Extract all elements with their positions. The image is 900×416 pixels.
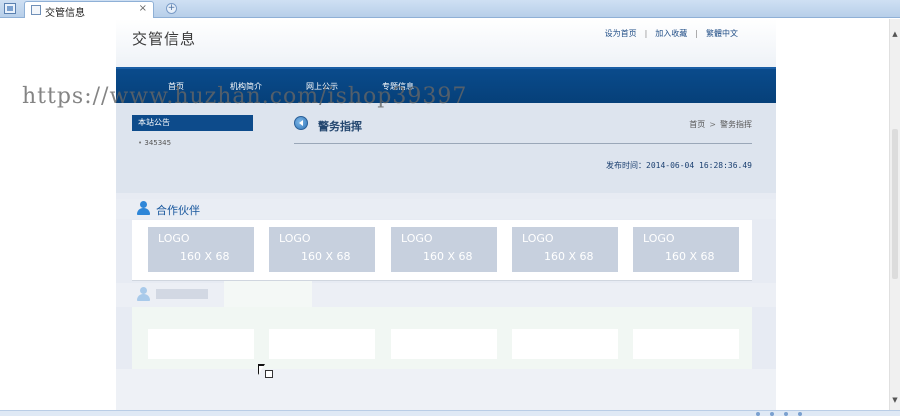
breadcrumb-current: 警务指挥 — [720, 120, 752, 129]
status-icon — [756, 412, 760, 416]
scroll-thumb[interactable] — [892, 129, 898, 279]
logo-size: 160 X 68 — [301, 250, 351, 263]
traditional-chinese-link[interactable]: 繁體中文 — [706, 28, 738, 39]
publish-time: 发布时间：2014-06-04 16:28:36.49 — [606, 161, 752, 170]
logo-label: LOGO — [158, 232, 190, 245]
site-header: 交管信息 设为首页 | 加入收藏 | 繁體中文 — [116, 19, 776, 67]
faded-title — [156, 289, 208, 299]
main-content: 本站公告 345345 警务指挥 首页 > 警务指挥 发布时间：2014-06-04… — [116, 103, 776, 193]
logo-size: 160 X 68 — [665, 250, 715, 263]
faded-logo — [512, 329, 618, 359]
status-icon — [770, 412, 774, 416]
section-title: 警务指挥 — [318, 120, 362, 133]
partner-logo[interactable]: LOGO 160 X 68 — [391, 227, 497, 272]
partners-header: 合作伙伴 — [116, 199, 776, 219]
scroll-down-icon[interactable]: ▼ — [891, 395, 899, 405]
tab-close-icon[interactable]: × — [139, 3, 147, 14]
status-bar — [0, 410, 900, 416]
partner-logo[interactable]: LOGO 160 X 68 — [148, 227, 254, 272]
mouse-cursor-icon — [258, 364, 274, 380]
logo-label: LOGO — [522, 232, 554, 245]
partners-title: 合作伙伴 — [156, 204, 200, 217]
vertical-scrollbar[interactable]: ▲ ▼ — [889, 19, 900, 411]
scroll-up-icon[interactable]: ▲ — [891, 29, 899, 39]
new-tab-icon[interactable]: + — [166, 3, 177, 14]
page-container: 交管信息 设为首页 | 加入收藏 | 繁體中文 首页 机构简介 网上公示 专题信息 本站… — [116, 19, 776, 410]
status-icon — [798, 412, 802, 416]
user-icon — [136, 287, 152, 302]
browser-tab[interactable]: 交管信息 × — [24, 1, 154, 19]
logo-size: 160 X 68 — [544, 250, 594, 263]
link-separator: | — [644, 29, 648, 38]
faded-logo — [269, 329, 375, 359]
user-icon — [136, 201, 152, 216]
faded-logo — [148, 329, 254, 359]
add-favorite-link[interactable]: 加入收藏 — [655, 28, 687, 39]
watermark-text: https://www.huzhan.com/ishop39397 — [22, 84, 468, 109]
partner-logo[interactable]: LOGO 160 X 68 — [512, 227, 618, 272]
page-icon — [31, 5, 41, 15]
partner-logo[interactable]: LOGO 160 X 68 — [269, 227, 375, 272]
partner-logos: LOGO 160 X 68 LOGO 160 X 68 LOGO 160 X 6… — [132, 220, 752, 281]
breadcrumb-arrow-icon: > — [709, 120, 716, 129]
top-links: 设为首页 | 加入收藏 | 繁體中文 — [605, 28, 738, 39]
tab-title: 交管信息 — [45, 8, 85, 19]
faded-footer — [116, 369, 776, 410]
back-arrow-icon — [294, 116, 308, 130]
browser-tab-bar: 交管信息 × + — [0, 0, 900, 19]
partner-logo[interactable]: LOGO 160 X 68 — [633, 227, 739, 272]
status-icon — [784, 412, 788, 416]
faded-logos — [132, 307, 752, 369]
notice-item[interactable]: 345345 — [138, 139, 171, 147]
window-list-icon[interactable] — [4, 3, 16, 14]
set-homepage-link[interactable]: 设为首页 — [605, 28, 637, 39]
notice-heading: 本站公告 — [132, 115, 253, 131]
faded-partners-header — [116, 283, 776, 307]
faded-logo — [391, 329, 497, 359]
logo-label: LOGO — [401, 232, 433, 245]
logo-label: LOGO — [643, 232, 675, 245]
logo-size: 160 X 68 — [180, 250, 230, 263]
section-divider — [294, 143, 752, 144]
site-title: 交管信息 — [132, 30, 197, 48]
breadcrumb: 首页 > 警务指挥 — [689, 119, 752, 130]
breadcrumb-home[interactable]: 首页 — [689, 120, 705, 129]
faded-logo — [633, 329, 739, 359]
logo-size: 160 X 68 — [423, 250, 473, 263]
link-separator: | — [695, 29, 698, 38]
logo-label: LOGO — [279, 232, 311, 245]
